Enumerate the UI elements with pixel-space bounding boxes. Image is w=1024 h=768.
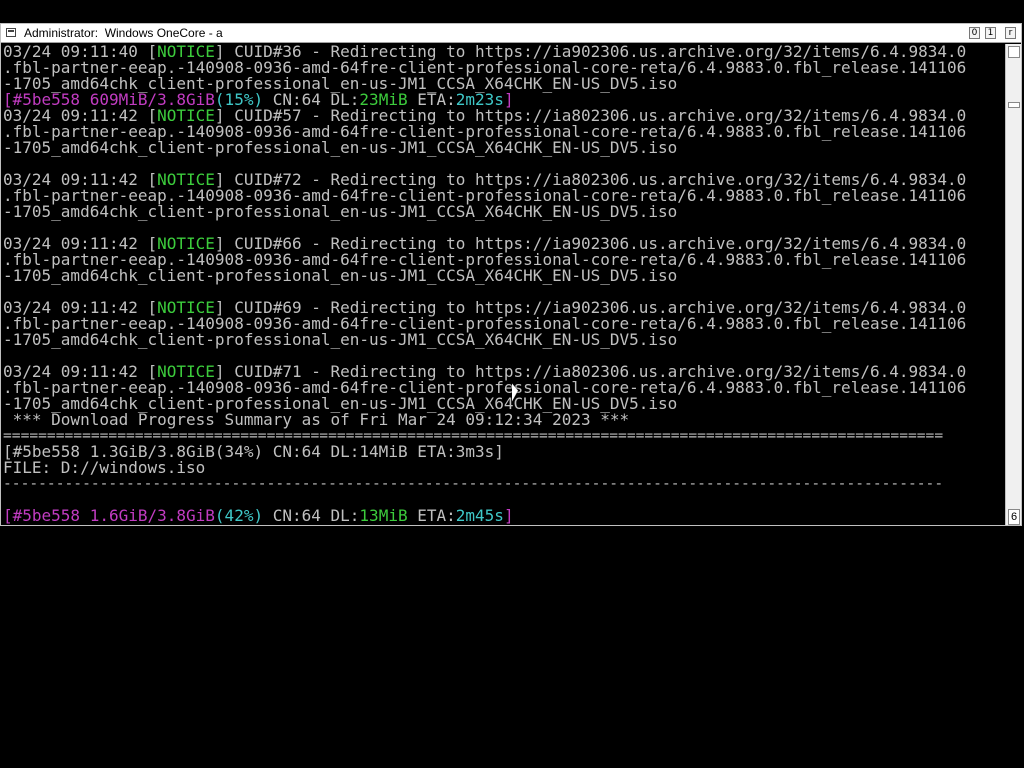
console-line: ----------------------------------------… <box>3 476 1005 492</box>
console-text-segment: CN:64 DL: <box>263 506 360 525</box>
console-text-segment: 13MiB <box>359 506 408 525</box>
console-line: -1705_amd64chk_client-professional_en-us… <box>3 204 1005 220</box>
console-text-segment: 2m45s <box>455 506 504 525</box>
console-text-segment: ----------------------------------------… <box>3 475 944 492</box>
console-line: *** Download Progress Summary as of Fri … <box>3 412 1005 428</box>
scroll-up-arrow-icon[interactable] <box>1008 46 1020 58</box>
console-window-icon[interactable] <box>6 28 16 37</box>
console-text-segment: -1705_amd64chk_client-professional_en-us… <box>3 330 678 349</box>
vertical-scrollbar[interactable]: 6 <box>1005 44 1021 525</box>
scrollbar-thumb[interactable] <box>1008 102 1020 108</box>
console-line: -1705_amd64chk_client-professional_en-us… <box>3 268 1005 284</box>
console-text-segment: -1705_amd64chk_client-professional_en-us… <box>3 266 678 285</box>
console-line: -1705_amd64chk_client-professional_en-us… <box>3 140 1005 156</box>
close-button[interactable]: r <box>1005 27 1016 39</box>
console-line: FILE: D://windows.iso <box>3 460 1005 476</box>
console-line: [#5be558 1.6GiB/3.8GiB(42%) CN:64 DL:13M… <box>3 508 1005 524</box>
maximize-button[interactable]: 1 <box>985 27 996 39</box>
window-title: Administrator: Windows OneCore - a <box>24 26 223 40</box>
console-text-segment: (42%) <box>214 506 264 525</box>
console-text-segment: -1705_amd64chk_client-professional_en-us… <box>3 138 678 157</box>
console-text-segment: ETA: <box>407 506 456 525</box>
console-text-segment: ] <box>503 506 514 525</box>
scroll-down-arrow-icon[interactable]: 6 <box>1008 509 1020 525</box>
console-line: -1705_amd64chk_client-professional_en-us… <box>3 332 1005 348</box>
console-text-segment: -1705_amd64chk_client-professional_en-us… <box>3 202 678 221</box>
minimize-button[interactable]: 0 <box>969 27 980 39</box>
console-window[interactable]: Administrator: Windows OneCore - a 0 1 r… <box>0 23 1022 526</box>
console-output[interactable]: 03/24 09:11:40 [NOTICE] CUID#36 - Redire… <box>3 44 1005 525</box>
title-bar[interactable]: Administrator: Windows OneCore - a 0 1 r <box>1 24 1021 43</box>
mouse-pointer-icon <box>512 383 518 403</box>
console-text-segment: [#5be558 1.6GiB/3.8GiB <box>3 506 215 525</box>
